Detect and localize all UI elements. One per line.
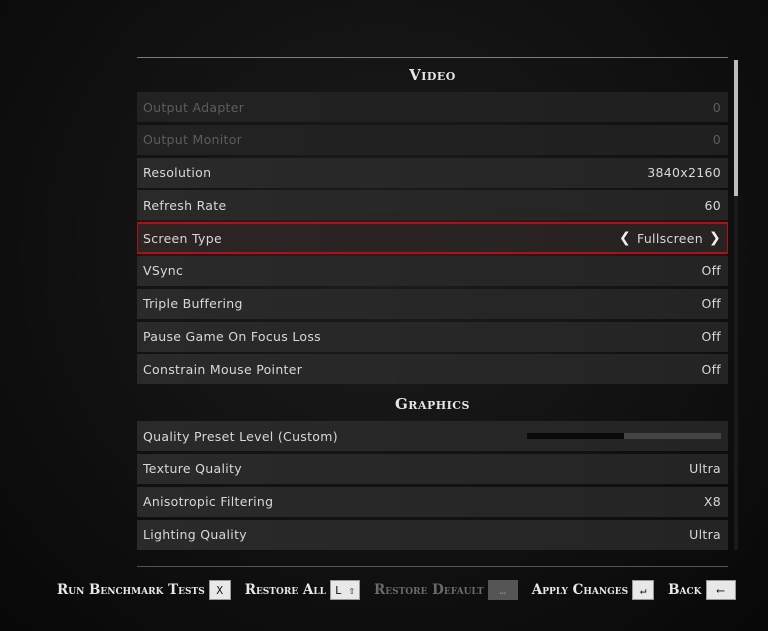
chevron-right-icon[interactable]: ❯ [709, 230, 721, 246]
section-title-graphics: Graphics [395, 395, 470, 414]
setting-value: 0 [712, 132, 721, 148]
setting-label: Quality Preset Level (Custom) [143, 428, 338, 444]
action-label: Run Benchmark Tests [57, 582, 205, 598]
setting-label: Refresh Rate [143, 197, 227, 213]
setting-label: Texture Quality [143, 461, 242, 477]
restore-default-button: Restore Default … [374, 580, 518, 600]
setting-value-selector: ❮ Fullscreen ❯ [619, 230, 721, 246]
setting-value: X8 [703, 494, 721, 510]
setting-label: Anisotropic Filtering [143, 494, 274, 510]
quality-preset-slider[interactable] [527, 433, 721, 440]
setting-vsync[interactable]: VSync Off [137, 255, 728, 286]
scrollbar-thumb[interactable] [734, 60, 738, 196]
back-button[interactable]: Back ⟵ [668, 580, 736, 600]
key-enter-icon: ↵ [632, 580, 655, 600]
setting-output-adapter: Output Adapter 0 [137, 92, 728, 122]
divider [137, 566, 728, 567]
key-ellipsis-icon: … [487, 580, 518, 600]
footer-actions: Run Benchmark Tests X Restore All L ⇧ Re… [57, 580, 736, 600]
setting-refresh-rate[interactable]: Refresh Rate 60 [137, 190, 728, 221]
key-l-shift-icon: L ⇧ [330, 580, 361, 600]
setting-lighting-quality[interactable]: Lighting Quality Ultra [137, 519, 728, 550]
setting-value: Off [701, 296, 721, 312]
chevron-left-icon[interactable]: ❮ [619, 230, 631, 246]
setting-constrain-mouse[interactable]: Constrain Mouse Pointer Off [137, 354, 728, 385]
setting-label: Output Monitor [143, 132, 243, 148]
setting-value: Off [701, 329, 721, 345]
setting-triple-buffering[interactable]: Triple Buffering Off [137, 288, 728, 319]
setting-texture-quality[interactable]: Texture Quality Ultra [137, 453, 728, 484]
setting-anisotropic-filtering[interactable]: Anisotropic Filtering X8 [137, 486, 728, 517]
key-backspace-icon: ⟵ [705, 580, 736, 600]
setting-pause-on-focus-loss[interactable]: Pause Game On Focus Loss Off [137, 321, 728, 352]
setting-label: Resolution [143, 165, 212, 181]
setting-label: VSync [143, 263, 184, 279]
apply-changes-button[interactable]: Apply Changes ↵ [531, 580, 655, 600]
setting-value: Fullscreen [637, 230, 703, 246]
setting-value: Off [701, 263, 721, 279]
setting-label: Triple Buffering [143, 296, 243, 312]
action-label: Apply Changes [531, 582, 629, 598]
key-x-icon: X [208, 580, 231, 600]
action-label: Restore All [244, 582, 327, 598]
action-label: Back [668, 582, 702, 598]
setting-value: 3840x2160 [647, 165, 721, 181]
setting-label: Lighting Quality [143, 527, 247, 543]
section-title-video: Video [409, 66, 456, 84]
setting-label: Screen Type [143, 230, 222, 246]
settings-panel: Video Output Adapter 0 Output Monitor 0 … [137, 57, 728, 551]
setting-label: Constrain Mouse Pointer [143, 361, 303, 377]
setting-value: 0 [712, 99, 721, 115]
action-label: Restore Default [374, 582, 484, 598]
scrollbar[interactable] [734, 60, 738, 550]
setting-label: Output Adapter [143, 99, 245, 115]
setting-value: Ultra [689, 461, 721, 477]
setting-quality-preset[interactable]: Quality Preset Level (Custom) [137, 421, 728, 452]
setting-resolution[interactable]: Resolution 3840x2160 [137, 157, 728, 188]
quality-preset-fill [527, 433, 624, 440]
setting-value: Off [701, 361, 721, 377]
setting-output-monitor: Output Monitor 0 [137, 124, 728, 155]
setting-value: Ultra [689, 527, 721, 543]
run-benchmark-button[interactable]: Run Benchmark Tests X [57, 580, 231, 600]
restore-all-button[interactable]: Restore All L ⇧ [244, 580, 361, 600]
setting-label: Pause Game On Focus Loss [143, 329, 321, 345]
setting-value: 60 [704, 197, 721, 213]
setting-screen-type[interactable]: Screen Type ❮ Fullscreen ❯ [137, 222, 728, 255]
